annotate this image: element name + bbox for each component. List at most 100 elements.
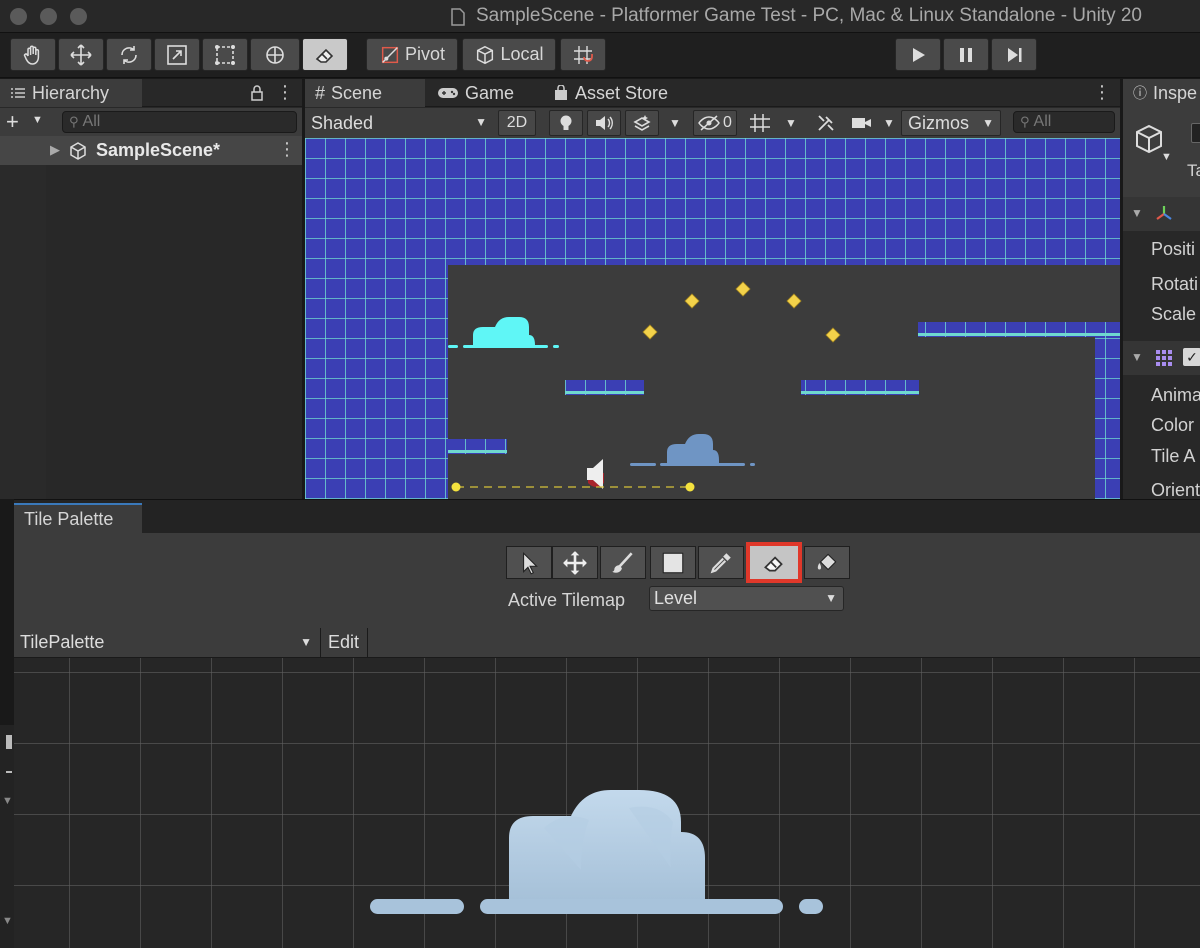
- transform-tool-button[interactable]: [250, 38, 300, 71]
- scale-tool-button[interactable]: [154, 38, 200, 71]
- tab-asset-store[interactable]: Asset Store: [543, 79, 693, 107]
- lighting-toggle[interactable]: [549, 110, 583, 136]
- select-arrow-icon: [523, 551, 538, 575]
- active-tilemap-dropdown[interactable]: Level ▼: [649, 586, 844, 611]
- transform-component-header[interactable]: ▼: [1123, 197, 1200, 231]
- effects-toggle[interactable]: [625, 110, 659, 136]
- tag-label: Ta: [1187, 161, 1200, 180]
- grid-snap-button[interactable]: [560, 38, 606, 71]
- side-marker: [6, 771, 12, 773]
- dropdown-arrow-icon: ▼: [825, 591, 837, 605]
- rect-tool-button[interactable]: [202, 38, 248, 71]
- close-window-button[interactable]: [10, 8, 27, 25]
- side-strip: ▼ ▼: [0, 725, 14, 948]
- tab-game[interactable]: Game: [427, 79, 539, 107]
- field-position-label: Positi: [1151, 239, 1196, 259]
- active-checkbox[interactable]: [1191, 123, 1200, 143]
- tab-hierarchy[interactable]: Hierarchy: [0, 79, 142, 107]
- paint-brush-tool-button[interactable]: [600, 546, 646, 579]
- collapse-arrow-icon[interactable]: ▼: [1131, 206, 1143, 220]
- unity-scene-icon: [70, 142, 86, 160]
- lock-icon[interactable]: [250, 84, 264, 101]
- palette-edit-button[interactable]: Edit: [320, 628, 368, 657]
- audio-toggle[interactable]: [587, 110, 621, 136]
- move-selection-tool-button[interactable]: [552, 546, 598, 579]
- play-button[interactable]: [895, 38, 941, 71]
- local-toggle-button[interactable]: Local: [462, 38, 556, 71]
- gizmos-dropdown[interactable]: Gizmos ▼: [901, 110, 1001, 136]
- hierarchy-scene-row[interactable]: ▶ SampleScene* ⋮: [0, 136, 302, 165]
- shading-dropdown[interactable]: Shaded ▼: [309, 111, 489, 135]
- hierarchy-toolbar: + ▼ ⚲ All: [0, 108, 302, 136]
- side-arrow-icon: ▼: [2, 795, 13, 807]
- add-dropdown-icon[interactable]: ▼: [32, 114, 43, 126]
- tools-toggle[interactable]: [811, 110, 841, 136]
- eraser-icon: [764, 555, 783, 571]
- paintbrush-icon: [612, 551, 633, 573]
- grid-dropdown-icon[interactable]: ▼: [779, 110, 803, 136]
- window-title: SampleScene - Platformer Game Test - PC,…: [476, 5, 1143, 26]
- scene-menu-icon[interactable]: ⋮: [1093, 82, 1111, 103]
- tab-scene[interactable]: # Scene: [305, 79, 425, 107]
- pivot-toggle-button[interactable]: Pivot: [366, 38, 458, 71]
- select-tool-button[interactable]: [506, 546, 552, 579]
- hierarchy-search-input[interactable]: ⚲ All: [62, 111, 297, 133]
- box-fill-tool-button[interactable]: [650, 546, 696, 579]
- collapse-arrow-icon[interactable]: ▼: [1131, 350, 1143, 364]
- tab-inspector[interactable]: ⓘ Inspe: [1123, 79, 1200, 107]
- rotate-icon: [121, 45, 137, 64]
- palette-grid-canvas[interactable]: [14, 658, 1200, 948]
- tilemap-component-header[interactable]: ▼ ✓: [1123, 341, 1200, 375]
- scene-visibility-toggle[interactable]: 0: [693, 110, 737, 136]
- scene-search-input[interactable]: ⚲ All: [1013, 111, 1115, 133]
- add-object-button[interactable]: +: [6, 109, 19, 135]
- platform-right-ledge: [918, 322, 1120, 337]
- toggle-2d-button[interactable]: 2D: [498, 110, 536, 136]
- move-tool-button[interactable]: [58, 38, 104, 71]
- edit-label: Edit: [328, 632, 360, 652]
- rotate-tool-button[interactable]: [106, 38, 152, 71]
- rect-transform-icon: [215, 44, 235, 65]
- shopping-bag-icon: [555, 85, 567, 100]
- grid-icon: [750, 114, 770, 132]
- tilemap-grid-icon: [1156, 350, 1172, 366]
- expand-arrow-icon[interactable]: ▶: [50, 142, 60, 158]
- tab-tile-palette[interactable]: Tile Palette: [14, 503, 142, 533]
- tilemap-enabled-checkbox[interactable]: ✓: [1183, 348, 1200, 366]
- minimize-window-button[interactable]: [40, 8, 57, 25]
- step-button[interactable]: [991, 38, 1037, 71]
- inspector-panel: ⓘ Inspe ▼ Ta ▼ Positi Rotati Scale ▼ ✓ A…: [1123, 79, 1200, 500]
- document-icon: [451, 8, 465, 26]
- scene-tab-label: Scene: [331, 82, 383, 103]
- effects-dropdown-icon[interactable]: ▼: [663, 110, 687, 136]
- hierarchy-gutter: [0, 165, 46, 499]
- palette-dropdown[interactable]: TilePalette ▼: [14, 628, 318, 657]
- eye-hidden-icon: [698, 115, 720, 131]
- lightbulb-icon: [560, 115, 572, 130]
- fill-tool-button[interactable]: [804, 546, 850, 579]
- hierarchy-menu-icon[interactable]: ⋮: [276, 82, 294, 103]
- camera-dropdown-icon[interactable]: ▼: [879, 110, 899, 136]
- eraser-tool-button[interactable]: [302, 38, 348, 71]
- tile-ceiling: [305, 138, 1120, 265]
- paint-bucket-icon: [817, 553, 837, 570]
- list-icon: [11, 88, 25, 98]
- play-icon: [913, 47, 925, 62]
- erase-tool-button[interactable]: [746, 542, 802, 583]
- grid-visibility-toggle[interactable]: [745, 110, 775, 136]
- field-orientation-label: Orient: [1151, 480, 1200, 500]
- tile-right-wall: [1095, 335, 1120, 499]
- scene-viewport[interactable]: [305, 138, 1120, 499]
- zoom-window-button[interactable]: [70, 8, 87, 25]
- local-label: Local: [500, 44, 544, 64]
- eyedropper-icon: [710, 552, 731, 573]
- scene-search-placeholder: All: [1033, 113, 1052, 130]
- icon-dropdown-icon[interactable]: ▼: [1161, 151, 1172, 163]
- asset-store-tab-label: Asset Store: [575, 82, 669, 103]
- eraser-icon: [315, 48, 334, 63]
- camera-toggle[interactable]: [847, 110, 877, 136]
- scene-menu-icon[interactable]: ⋮: [278, 139, 296, 160]
- hand-tool-button[interactable]: [10, 38, 56, 71]
- pause-button[interactable]: [943, 38, 989, 71]
- picker-tool-button[interactable]: [698, 546, 744, 579]
